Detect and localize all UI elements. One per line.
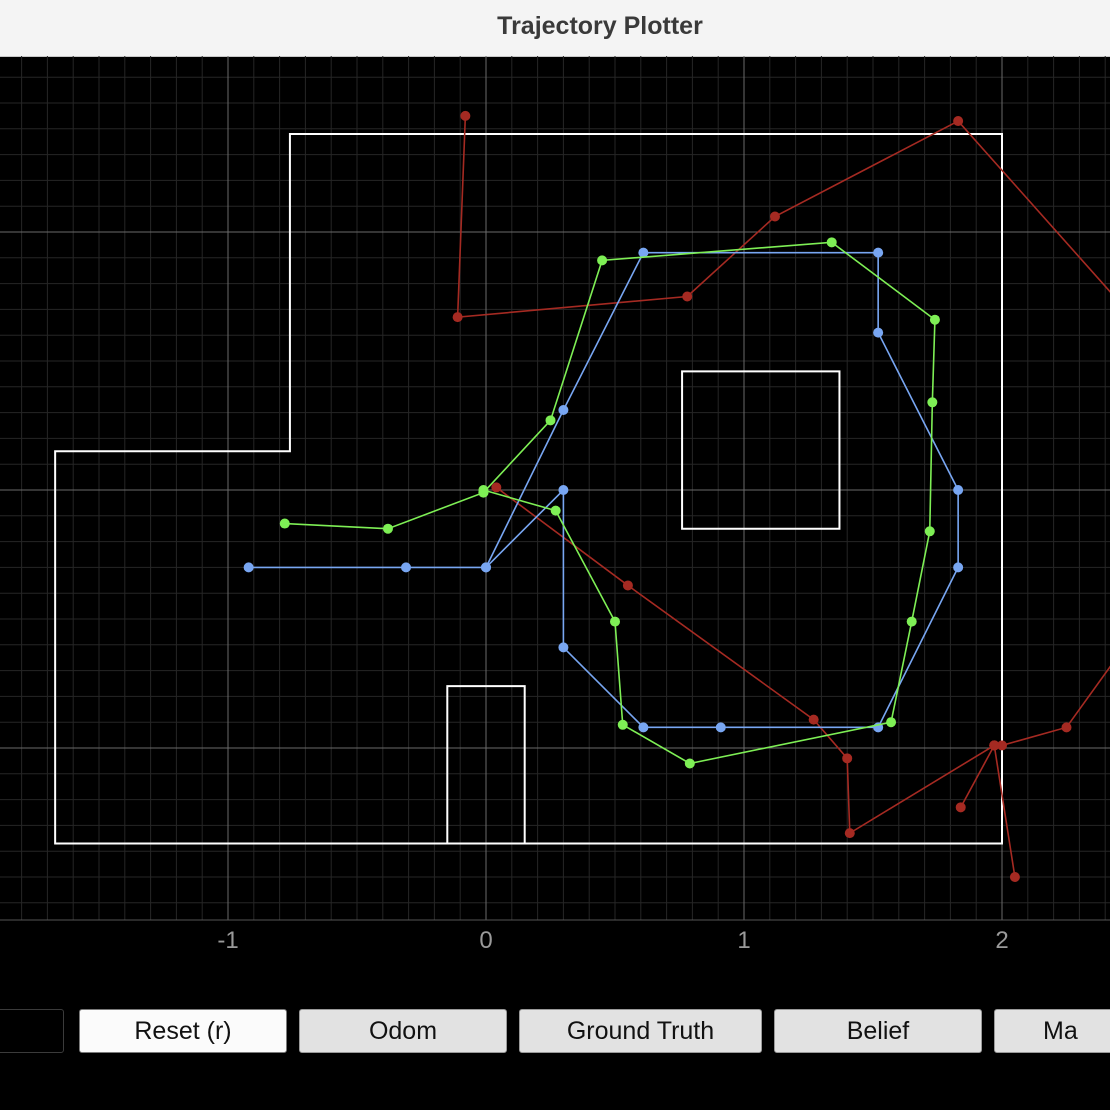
trajectory-point <box>844 828 855 839</box>
trajectory-point <box>953 116 964 127</box>
trajectory-point <box>808 714 819 725</box>
trajectory-point <box>906 616 917 627</box>
trajectory-point <box>929 314 940 325</box>
trajectory-point <box>682 291 693 302</box>
grid-minor <box>0 56 1110 920</box>
trajectory-point <box>550 505 561 516</box>
trajectory-point <box>953 562 964 573</box>
trajectory-point <box>953 485 964 495</box>
trajectory-point <box>452 312 463 323</box>
belief-button[interactable]: Belief <box>774 1009 982 1053</box>
x-tick-label: -1 <box>217 927 238 954</box>
reset-button[interactable]: Reset (r) <box>79 1009 287 1053</box>
hidden-left-button[interactable] <box>0 1009 64 1053</box>
trajectory-point <box>622 580 633 591</box>
x-tick-label: 1 <box>737 927 750 954</box>
x-tick-labels: -1 0 1 2 <box>217 927 1008 954</box>
trajectory-point <box>279 518 290 529</box>
trajectory-point <box>927 397 938 408</box>
window-titlebar: Trajectory Plotter <box>0 0 1110 57</box>
trajectory-point <box>1009 872 1020 882</box>
trajectory-point <box>955 802 966 813</box>
map-walls <box>54 132 1003 845</box>
trajectory-point <box>715 722 726 733</box>
trajectory-point <box>989 740 1000 751</box>
trajectory-point <box>558 642 569 653</box>
map-wall-0 <box>54 132 1003 845</box>
trajectory-point <box>638 722 649 733</box>
trajectory-point <box>558 485 569 495</box>
trajectory-plot[interactable]: -1 0 1 2 <box>0 56 1110 956</box>
window-title: Trajectory Plotter <box>497 12 703 40</box>
trajectories <box>243 110 1110 882</box>
odom-button[interactable]: Odom <box>299 1009 507 1053</box>
trajectory-point <box>382 523 393 534</box>
trajectory-point <box>842 753 853 764</box>
trajectory-point <box>597 255 608 266</box>
trajectory-point <box>491 482 502 493</box>
trajectory-point <box>886 717 897 728</box>
trajectory-point <box>684 758 695 769</box>
trajectory-0 <box>452 110 1110 882</box>
grid-major <box>0 56 1110 920</box>
trajectory-point <box>478 487 489 498</box>
trajectory-point <box>481 562 491 573</box>
map-wall-1 <box>681 370 841 530</box>
trajectory-point <box>558 405 569 416</box>
trajectory-point <box>924 526 935 537</box>
trajectory-point <box>401 562 412 573</box>
trajectory-line-2 <box>284 241 936 765</box>
ground-truth-button[interactable]: Ground Truth <box>519 1009 762 1053</box>
trajectory-point <box>826 237 837 248</box>
map-button[interactable]: Ma <box>994 1009 1110 1053</box>
trajectory-point <box>545 415 556 426</box>
trajectory-point <box>460 110 471 121</box>
trajectory-point <box>1061 722 1072 733</box>
trajectory-point <box>243 562 254 573</box>
trajectory-point <box>769 211 780 222</box>
trajectory-point <box>873 247 884 258</box>
trajectory-point <box>610 616 620 627</box>
x-tick-label: 2 <box>995 927 1008 954</box>
trajectory-line-0 <box>456 115 1110 878</box>
x-tick-label: 0 <box>479 927 492 954</box>
trajectory-point <box>873 327 884 338</box>
trajectory-point <box>617 719 628 730</box>
